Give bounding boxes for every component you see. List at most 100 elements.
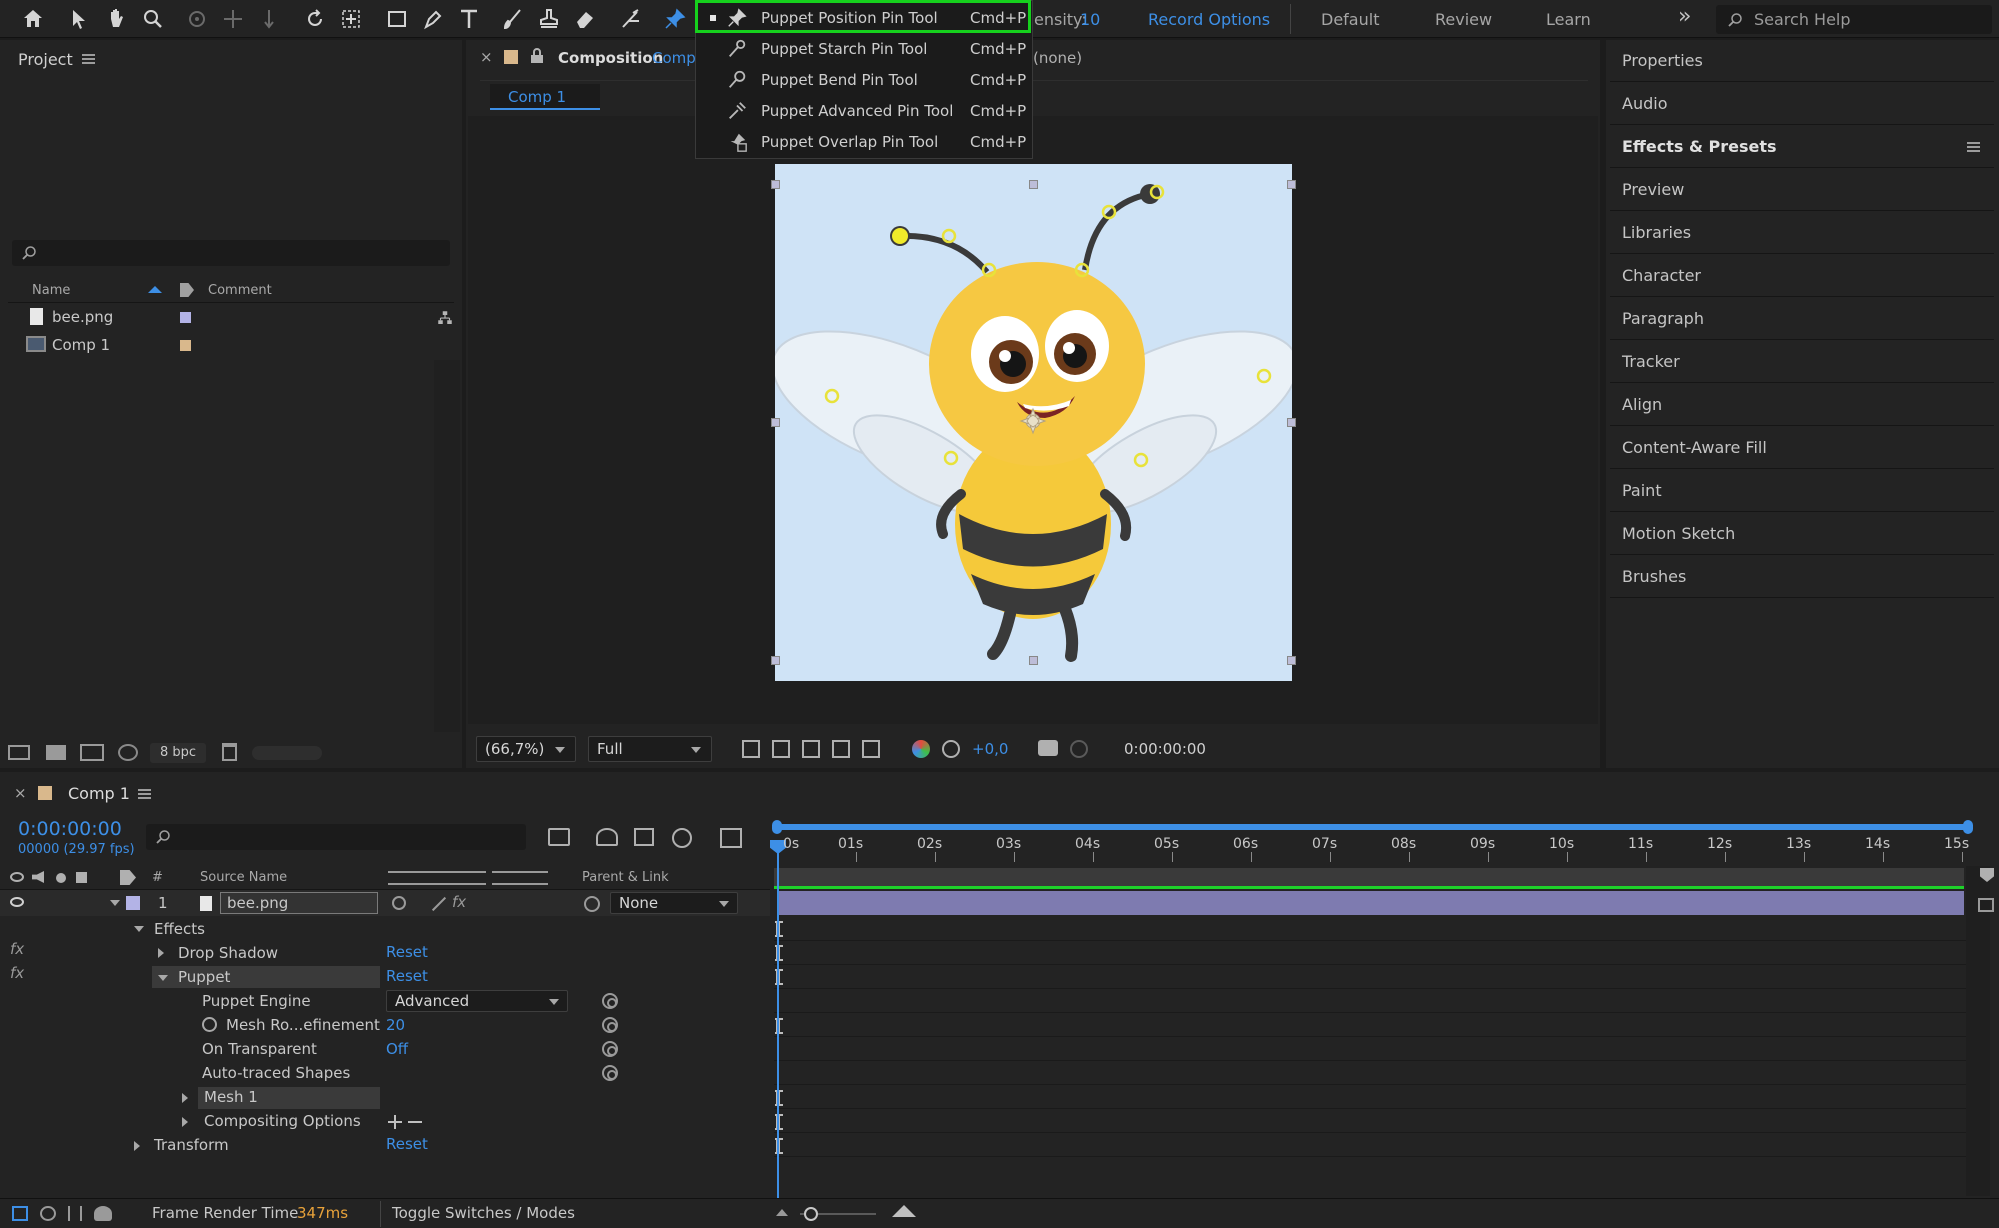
fx-icon[interactable]: fx <box>10 964 24 982</box>
layer-visibility-icon[interactable] <box>10 897 24 907</box>
current-time-display[interactable]: 0:00:00:00 <box>18 818 122 840</box>
effects-group-label[interactable]: Effects <box>154 920 205 938</box>
trash-icon[interactable] <box>222 743 237 761</box>
expression-pickwhip-icon[interactable] <box>602 1017 618 1033</box>
show-snapshot-icon[interactable] <box>1070 740 1088 758</box>
toggle-switches-modes-button[interactable]: Toggle Switches / Modes <box>392 1204 575 1222</box>
region-of-interest-icon[interactable] <box>832 740 850 758</box>
layer-switches-header-icons[interactable] <box>388 871 486 885</box>
panel-libraries[interactable]: Libraries <box>1610 212 1994 254</box>
new-composition-icon[interactable] <box>80 744 104 761</box>
in-out-toggle-icon[interactable] <box>68 1206 82 1221</box>
menu-puppet-overlap-pin[interactable]: Puppet Overlap Pin Tool Cmd+P <box>698 126 1030 157</box>
density-value[interactable]: 10 <box>1080 10 1100 29</box>
workspace-default[interactable]: Default <box>1321 10 1379 29</box>
column-name[interactable]: Name <box>32 283 70 298</box>
compositing-options-label[interactable]: Compositing Options <box>204 1112 361 1130</box>
layer-handle[interactable] <box>1029 656 1038 665</box>
pickwhip-icon[interactable] <box>584 896 600 912</box>
composition-mini-flowchart-icon[interactable] <box>548 828 570 846</box>
panel-paragraph[interactable]: Paragraph <box>1610 298 1994 340</box>
layer-handle[interactable] <box>771 418 780 427</box>
panel-preview[interactable]: Preview <box>1610 169 1994 211</box>
work-area-bar[interactable] <box>774 824 1970 830</box>
composition-canvas[interactable] <box>771 164 1299 681</box>
type-tool-icon[interactable] <box>454 4 484 34</box>
layer-name-field[interactable]: bee.png <box>220 892 378 914</box>
shy-switch-icon[interactable] <box>392 896 406 910</box>
transform-expand-chevron-icon[interactable] <box>134 1141 140 1151</box>
mesh-expand-chevron-icon[interactable] <box>182 1093 188 1103</box>
hand-tool-icon[interactable] <box>101 4 131 34</box>
workspace-overflow-icon[interactable]: » <box>1678 4 1691 29</box>
menu-puppet-bend-pin[interactable]: Puppet Bend Pin Tool Cmd+P <box>698 64 1030 95</box>
timeline-search-input[interactable] <box>146 824 526 850</box>
stopwatch-icon[interactable] <box>202 1017 217 1032</box>
render-time-toggle-icon[interactable] <box>94 1206 112 1221</box>
comp-sub-tab[interactable]: Comp 1 <box>490 84 600 110</box>
timeline-scrollbar[interactable] <box>1966 866 1990 1196</box>
layer-label-swatch[interactable] <box>126 896 140 910</box>
layer-switches-toggle-icon[interactable] <box>12 1206 28 1221</box>
mask-visibility-icon[interactable] <box>802 740 820 758</box>
panel-paint[interactable]: Paint <box>1610 470 1994 512</box>
fast-previews-icon[interactable] <box>742 740 760 758</box>
puppet-expand-chevron-icon[interactable] <box>158 975 168 981</box>
pen-tool-icon[interactable] <box>418 4 448 34</box>
resolution-dropdown[interactable]: Full <box>588 736 712 762</box>
compositing-expand-chevron-icon[interactable] <box>182 1117 188 1127</box>
orbit-camera-icon[interactable] <box>182 4 212 34</box>
column-source-name[interactable]: Source Name <box>200 870 287 885</box>
mesh-1-label[interactable]: Mesh 1 <box>204 1088 258 1106</box>
pan-camera-icon[interactable] <box>218 4 248 34</box>
transparency-grid-icon[interactable] <box>772 740 790 758</box>
flowchart-icon[interactable] <box>436 309 454 327</box>
selection-tool-icon[interactable] <box>64 4 94 34</box>
workspace-review[interactable]: Review <box>1435 10 1492 29</box>
graph-editor-icon[interactable] <box>720 828 742 848</box>
solo-switch-icon[interactable] <box>56 873 66 883</box>
panel-effects-presets[interactable]: Effects & Presets <box>1610 126 1994 168</box>
panel-audio[interactable]: Audio <box>1610 83 1994 125</box>
panel-brushes[interactable]: Brushes <box>1610 556 1994 598</box>
menu-puppet-advanced-pin[interactable]: Puppet Advanced Pin Tool Cmd+P <box>698 95 1030 126</box>
zoom-slider-thumb[interactable] <box>804 1207 818 1221</box>
work-area-end-handle[interactable] <box>1963 820 1973 834</box>
expression-pickwhip-icon[interactable] <box>602 1041 618 1057</box>
panel-properties[interactable]: Properties <box>1610 40 1994 82</box>
panel-content-aware-fill[interactable]: Content-Aware Fill <box>1610 427 1994 469</box>
panel-motion-sketch[interactable]: Motion Sketch <box>1610 513 1994 555</box>
search-help-input[interactable]: Search Help <box>1716 5 1992 34</box>
composition-tab-name[interactable]: Comp <box>652 49 696 67</box>
layer-handle[interactable] <box>1287 418 1296 427</box>
lock-icon[interactable] <box>530 48 544 64</box>
sort-ascending-icon[interactable] <box>148 286 162 293</box>
dolly-camera-icon[interactable] <box>254 4 284 34</box>
transform-label[interactable]: Transform <box>154 1136 229 1154</box>
zoom-out-icon[interactable] <box>776 1209 788 1216</box>
project-search-input[interactable] <box>12 240 450 266</box>
drop-shadow-reset[interactable]: Reset <box>386 943 428 961</box>
project-item-bee-png[interactable]: bee.png <box>8 304 454 331</box>
grid-guides-icon[interactable] <box>862 740 880 758</box>
drop-shadow-expand-chevron-icon[interactable] <box>158 948 164 958</box>
composition-tab-label[interactable]: Composition <box>558 49 663 67</box>
new-folder-icon[interactable] <box>46 745 66 760</box>
expression-pickwhip-icon[interactable] <box>602 1065 618 1081</box>
playhead-line[interactable] <box>777 846 779 1198</box>
video-switch-icon[interactable] <box>10 872 24 882</box>
panel-align[interactable]: Align <box>1610 384 1994 426</box>
remove-mask-icon[interactable] <box>408 1121 422 1123</box>
frame-blending-icon[interactable] <box>672 828 692 848</box>
project-item-comp-1[interactable]: Comp 1 <box>8 332 454 359</box>
layer-handle[interactable] <box>771 656 780 665</box>
transform-reset[interactable]: Reset <box>386 1135 428 1153</box>
puppet-effect-label[interactable]: Puppet <box>178 968 230 986</box>
project-scrollbar[interactable] <box>434 360 460 732</box>
label-tag-icon[interactable] <box>180 283 194 297</box>
puppet-pin-tool-icon[interactable] <box>660 4 690 34</box>
layer-handle[interactable] <box>1287 656 1296 665</box>
home-icon[interactable] <box>18 4 48 34</box>
work-area-start-handle[interactable] <box>772 820 782 834</box>
roto-brush-icon[interactable] <box>616 4 646 34</box>
